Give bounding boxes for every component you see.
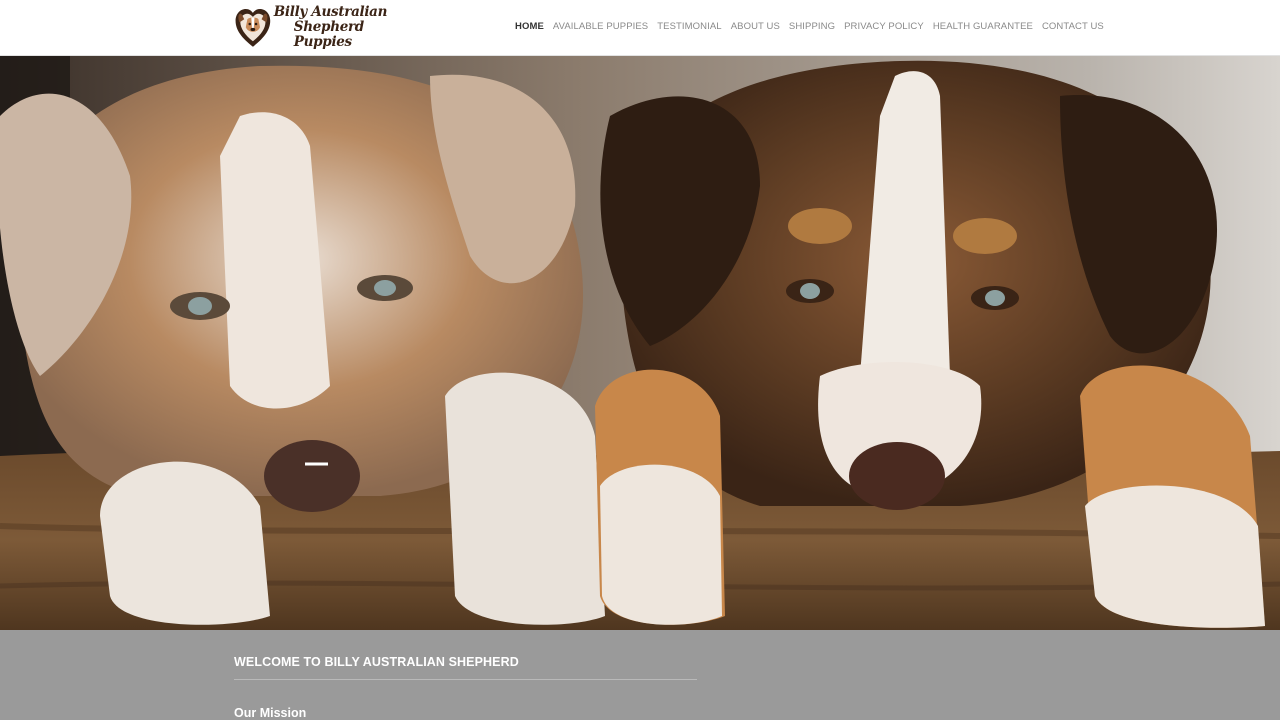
logo-wordmark: Billy Australian Shepherd Puppies — [274, 5, 394, 50]
nav-available-puppies[interactable]: AVAILABLE PUPPIES — [553, 21, 648, 33]
mission-heading: Our Mission — [234, 706, 307, 720]
nav-health-guarantee[interactable]: HEALTH GUARANTEE — [933, 21, 1033, 33]
logo-line-1: Billy Australian — [273, 4, 388, 20]
nav-home[interactable]: HOME — [515, 21, 544, 33]
hero-puppies-image — [0, 56, 1280, 630]
nav-about-us[interactable]: ABOUT US — [731, 21, 780, 33]
nav-shipping[interactable]: SHIPPING — [789, 21, 835, 33]
main-nav: HOME AVAILABLE PUPPIES TESTIMONIAL ABOUT… — [515, 21, 1113, 33]
welcome-divider — [234, 679, 697, 680]
logo-line-2: Shepherd Puppies — [293, 19, 364, 50]
site-header: Billy Australian Shepherd Puppies HOME A… — [0, 0, 1280, 56]
welcome-section: WELCOME TO BILLY AUSTRALIAN SHEPHERD Our… — [0, 630, 1280, 720]
nav-testimonial[interactable]: TESTIMONIAL — [657, 21, 721, 33]
dog-heart-logo-icon — [235, 8, 271, 47]
nav-privacy-policy[interactable]: PRIVACY POLICY — [844, 21, 924, 33]
site-logo[interactable]: Billy Australian Shepherd Puppies — [234, 1, 394, 54]
hero-slider[interactable] — [0, 56, 1280, 630]
welcome-heading: WELCOME TO BILLY AUSTRALIAN SHEPHERD — [234, 655, 519, 669]
nav-contact-us[interactable]: CONTACT US — [1042, 21, 1104, 33]
